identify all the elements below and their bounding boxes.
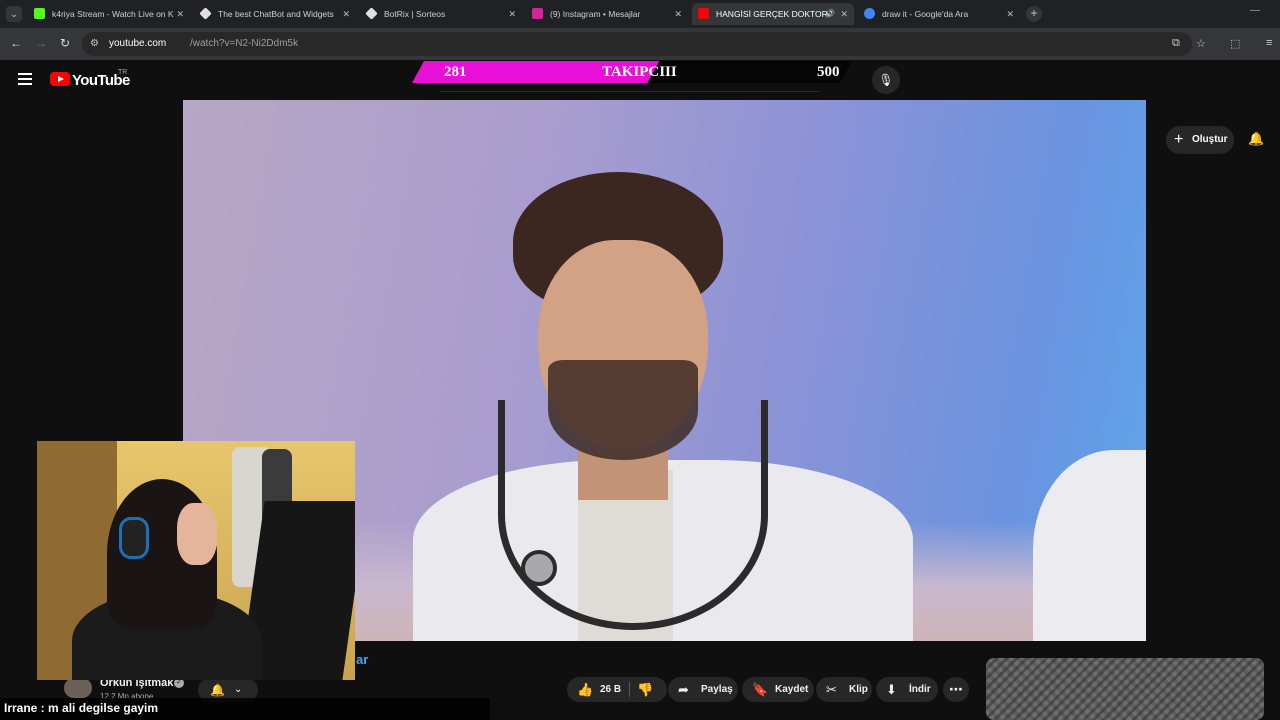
tab-title: (9) Instagram • Mesajlar: [550, 9, 641, 19]
recommended-video-thumbnail[interactable]: [986, 658, 1264, 720]
new-tab-button[interactable]: +: [1026, 6, 1042, 22]
streamer-webcam: [37, 441, 355, 680]
close-tab-icon[interactable]: ✕: [342, 3, 350, 25]
tab-search-chevron-icon[interactable]: ⌄: [6, 6, 22, 22]
create-button[interactable]: + Oluştur: [1166, 126, 1234, 154]
save-label: Kaydet: [775, 684, 809, 695]
download-button[interactable]: ⬇ İndir: [876, 677, 938, 702]
headset-icon: [119, 517, 149, 559]
instagram-icon: [532, 8, 543, 19]
voice-search-mic-icon[interactable]: 🎙: [872, 66, 900, 94]
more-dots-icon: ⋯: [949, 681, 963, 697]
close-tab-icon[interactable]: ✕: [1006, 3, 1014, 25]
kick-icon: [34, 8, 45, 19]
google-icon: [864, 8, 875, 19]
reload-icon[interactable]: ↻: [60, 36, 70, 50]
follower-goal-bar: 281 TAKIPCIII 500: [412, 61, 852, 83]
hamburger-menu-icon[interactable]: [18, 73, 32, 85]
minimize-icon[interactable]: —: [1250, 5, 1260, 16]
video-second-person: [1033, 450, 1146, 641]
create-label: Oluştur: [1192, 134, 1228, 145]
site-info-icon[interactable]: ⚙: [90, 38, 99, 49]
youtube-logo-icon[interactable]: [50, 72, 70, 86]
share-button[interactable]: ➦ Paylaş: [668, 677, 738, 702]
more-actions-button[interactable]: ⋯: [943, 677, 969, 702]
tab-google-search[interactable]: draw it - Google'da Ara ✕: [858, 3, 1020, 25]
like-count[interactable]: 26 B: [600, 677, 621, 702]
chat-message-text: Irrane : m ali degilse gayim: [4, 701, 159, 715]
video-stethoscope-bell: [521, 550, 557, 586]
plus-icon: +: [1174, 131, 1184, 148]
tab-botrix-sorteos[interactable]: BotRix | Sorteos ✕: [360, 3, 522, 25]
country-code: TR: [118, 69, 128, 76]
back-arrow-icon[interactable]: ←: [10, 36, 22, 50]
tab-youtube-active[interactable]: HANGİSİ GERÇEK DOKTOR? 🔊 ✕: [692, 3, 854, 25]
scissors-icon: ✂: [826, 682, 837, 697]
channel-avatar[interactable]: [64, 678, 92, 698]
download-label: İndir: [909, 684, 931, 695]
tab-title: k4riya Stream - Watch Live on K: [52, 9, 174, 19]
tab-botrix-widgets[interactable]: The best ChatBot and Widgets ✕: [194, 3, 356, 25]
botrix-icon: [365, 7, 378, 20]
youtube-favicon-icon: [698, 8, 709, 19]
botrix-icon: [199, 7, 212, 20]
tab-title: HANGİSİ GERÇEK DOKTOR?: [716, 9, 833, 19]
goal-current-count: 281: [444, 64, 467, 80]
webcam-person-face: [177, 503, 217, 565]
close-tab-icon[interactable]: ✕: [176, 3, 184, 25]
cast-icon[interactable]: ⧉: [1172, 37, 1180, 50]
thumbs-down-icon[interactable]: 👎: [637, 677, 653, 702]
save-button[interactable]: 🔖 Kaydet: [742, 677, 814, 702]
forward-arrow-icon[interactable]: →: [35, 36, 47, 50]
tab-title: The best ChatBot and Widgets: [218, 9, 334, 19]
share-arrow-icon: ➦: [678, 682, 689, 697]
share-label: Paylaş: [701, 684, 733, 695]
browser-menu-icon[interactable]: ≡: [1266, 37, 1272, 49]
close-tab-icon[interactable]: ✕: [674, 3, 682, 25]
like-dislike-group: 👍 26 B 👎: [567, 677, 667, 702]
download-icon: ⬇: [886, 682, 897, 697]
address-bar: ← → ↻ ⚙ youtube.com /watch?v=N2-Ni2Ddm5k…: [0, 28, 1280, 60]
url-path: /watch?v=N2-Ni2Ddm5k: [190, 38, 299, 49]
browser-tab-strip: ⌄ k4riya Stream - Watch Live on K ✕ The …: [0, 0, 1280, 28]
clip-label: Klip: [849, 684, 868, 695]
chat-message-overlay: Irrane : m ali degilse gayim: [0, 698, 490, 720]
video-title: ar: [356, 652, 369, 667]
url-field[interactable]: ⚙ youtube.com /watch?v=N2-Ni2Ddm5k: [82, 32, 1192, 56]
clip-button[interactable]: ✂ Klip: [816, 677, 872, 702]
url-host: youtube.com: [109, 38, 167, 49]
notifications-bell-icon[interactable]: 🔔: [1248, 131, 1264, 147]
bookmark-star-icon[interactable]: ☆: [1196, 37, 1206, 50]
thumbs-up-icon[interactable]: 👍: [577, 677, 593, 702]
speaker-icon[interactable]: 🔊: [825, 3, 835, 25]
goal-label: TAKIPCIII: [602, 64, 677, 80]
bookmark-icon: 🔖: [752, 682, 769, 697]
close-tab-icon[interactable]: ✕: [840, 3, 848, 25]
tab-instagram[interactable]: (9) Instagram • Mesajlar ✕: [526, 3, 688, 25]
video-stethoscope: [498, 400, 768, 630]
like-divider: [629, 682, 630, 697]
close-tab-icon[interactable]: ✕: [508, 3, 516, 25]
bell-icon: 🔔: [210, 683, 225, 697]
tab-title: draw it - Google'da Ara: [882, 9, 969, 19]
goal-target-count: 500: [817, 64, 840, 80]
tab-kick-stream[interactable]: k4riya Stream - Watch Live on K ✕: [28, 3, 190, 25]
extensions-icon[interactable]: ⬚: [1230, 37, 1240, 50]
tab-title: BotRix | Sorteos: [384, 9, 446, 19]
